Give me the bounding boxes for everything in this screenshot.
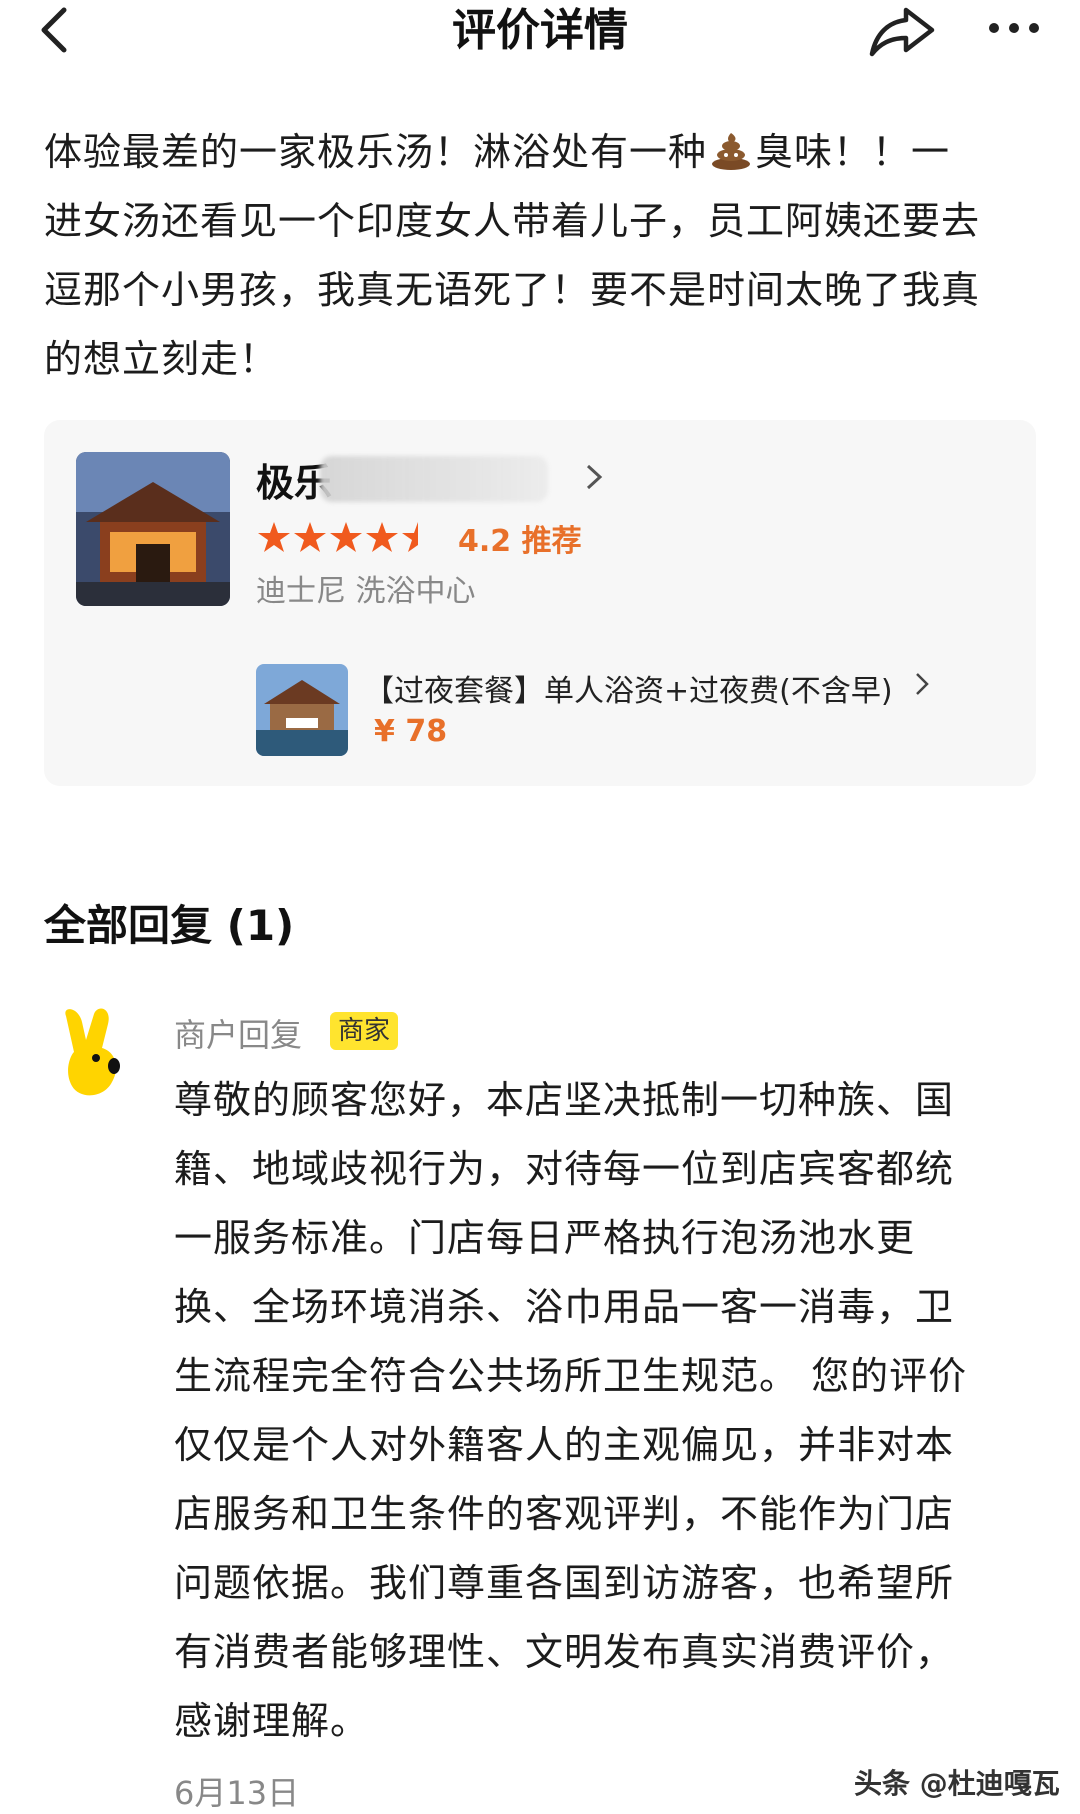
shop-name-redaction: [320, 456, 548, 502]
reply-line: 仅仅是个人对外籍客人的主观偏见，并非对本: [174, 1423, 955, 1467]
star-icon: [330, 522, 362, 552]
avatar: [65, 1008, 120, 1096]
reply-author: 商户回复: [174, 1016, 303, 1054]
reply-line: 换、全场环境消杀、浴巾用品一客一消毒，卫: [174, 1285, 955, 1329]
chevron-right-icon: [586, 464, 603, 490]
poo-emoji-icon: [709, 124, 753, 170]
reply-line: 感谢理解。: [174, 1699, 370, 1743]
more-icon: [989, 23, 1039, 33]
share-button[interactable]: [866, 0, 938, 62]
reply-date: 6月13日: [174, 1774, 300, 1812]
review-line: 进女汤还看见一个印度女人带着儿子，员工阿姨还要去: [44, 199, 981, 243]
watermark: 头条 @杜迪嘎瓦: [854, 1767, 1060, 1800]
star-icon: [294, 522, 326, 552]
more-button[interactable]: [984, 0, 1044, 62]
replies-header: 全部回复 (1): [44, 901, 295, 950]
reply-line: 一服务标准。门店每日严格执行泡汤池水更: [174, 1216, 916, 1260]
shop-thumbnail[interactable]: [76, 452, 230, 606]
deal-thumbnail[interactable]: [256, 664, 348, 756]
merchant-badge: 商家: [330, 1012, 399, 1050]
review-content: 体验最差的一家极乐汤！淋浴处有一种 臭味！！一 进女汤还看见一个印度女人带着儿子…: [44, 118, 1044, 394]
review-line: 臭味！！一: [755, 130, 951, 174]
review-line: 体验最差的一家极乐汤！淋浴处有一种: [44, 130, 708, 174]
reply-content: 尊敬的顾客您好，本店坚决抵制一切种族、国 籍、地域歧视行为，对待每一位到店宾客都…: [174, 1066, 1024, 1756]
reply-line: 籍、地域歧视行为，对待每一位到店宾客都统: [174, 1147, 955, 1191]
star-icon: [258, 522, 290, 552]
deal-price: ¥ 78: [374, 714, 448, 749]
review-line: 的想立刻走！: [44, 337, 279, 381]
reply-line: 店服务和卫生条件的客观评判，不能作为门店: [174, 1492, 955, 1536]
reply-line: 有消费者能够理性、文明发布真实消费评价，: [174, 1630, 955, 1674]
merchant-card[interactable]: 极乐 4.2 推荐 迪士尼 洗浴中心 【过夜套餐】单人浴资+过夜费(不含早) ¥…: [44, 420, 1036, 786]
star-icon: [402, 522, 418, 552]
star-rating: [258, 522, 418, 552]
review-line: 逗那个小男孩，我真无语死了！要不是时间太晚了我真: [44, 268, 981, 312]
share-icon: [869, 7, 935, 57]
review-detail-page: 评价详情 体验最差的一家极乐汤！淋浴处有一种 臭味！！一 进女汤还看见一个印度女…: [0, 0, 1080, 1814]
reply-line: 生流程完全符合公共场所卫生规范。 您的评价: [174, 1354, 968, 1398]
deal-title[interactable]: 【过夜套餐】单人浴资+过夜费(不含早): [364, 666, 893, 710]
shop-tags: 迪士尼 洗浴中心: [256, 574, 476, 609]
top-nav-bar: 评价详情: [0, 0, 1080, 72]
chevron-right-icon: [916, 673, 929, 695]
reply-line: 问题依据。我们尊重各国到访游客，也希望所: [174, 1561, 955, 1605]
rating-score: 4.2 推荐: [458, 524, 582, 559]
reply-line: 尊敬的顾客您好，本店坚决抵制一切种族、国: [174, 1078, 955, 1122]
star-icon: [366, 522, 398, 552]
